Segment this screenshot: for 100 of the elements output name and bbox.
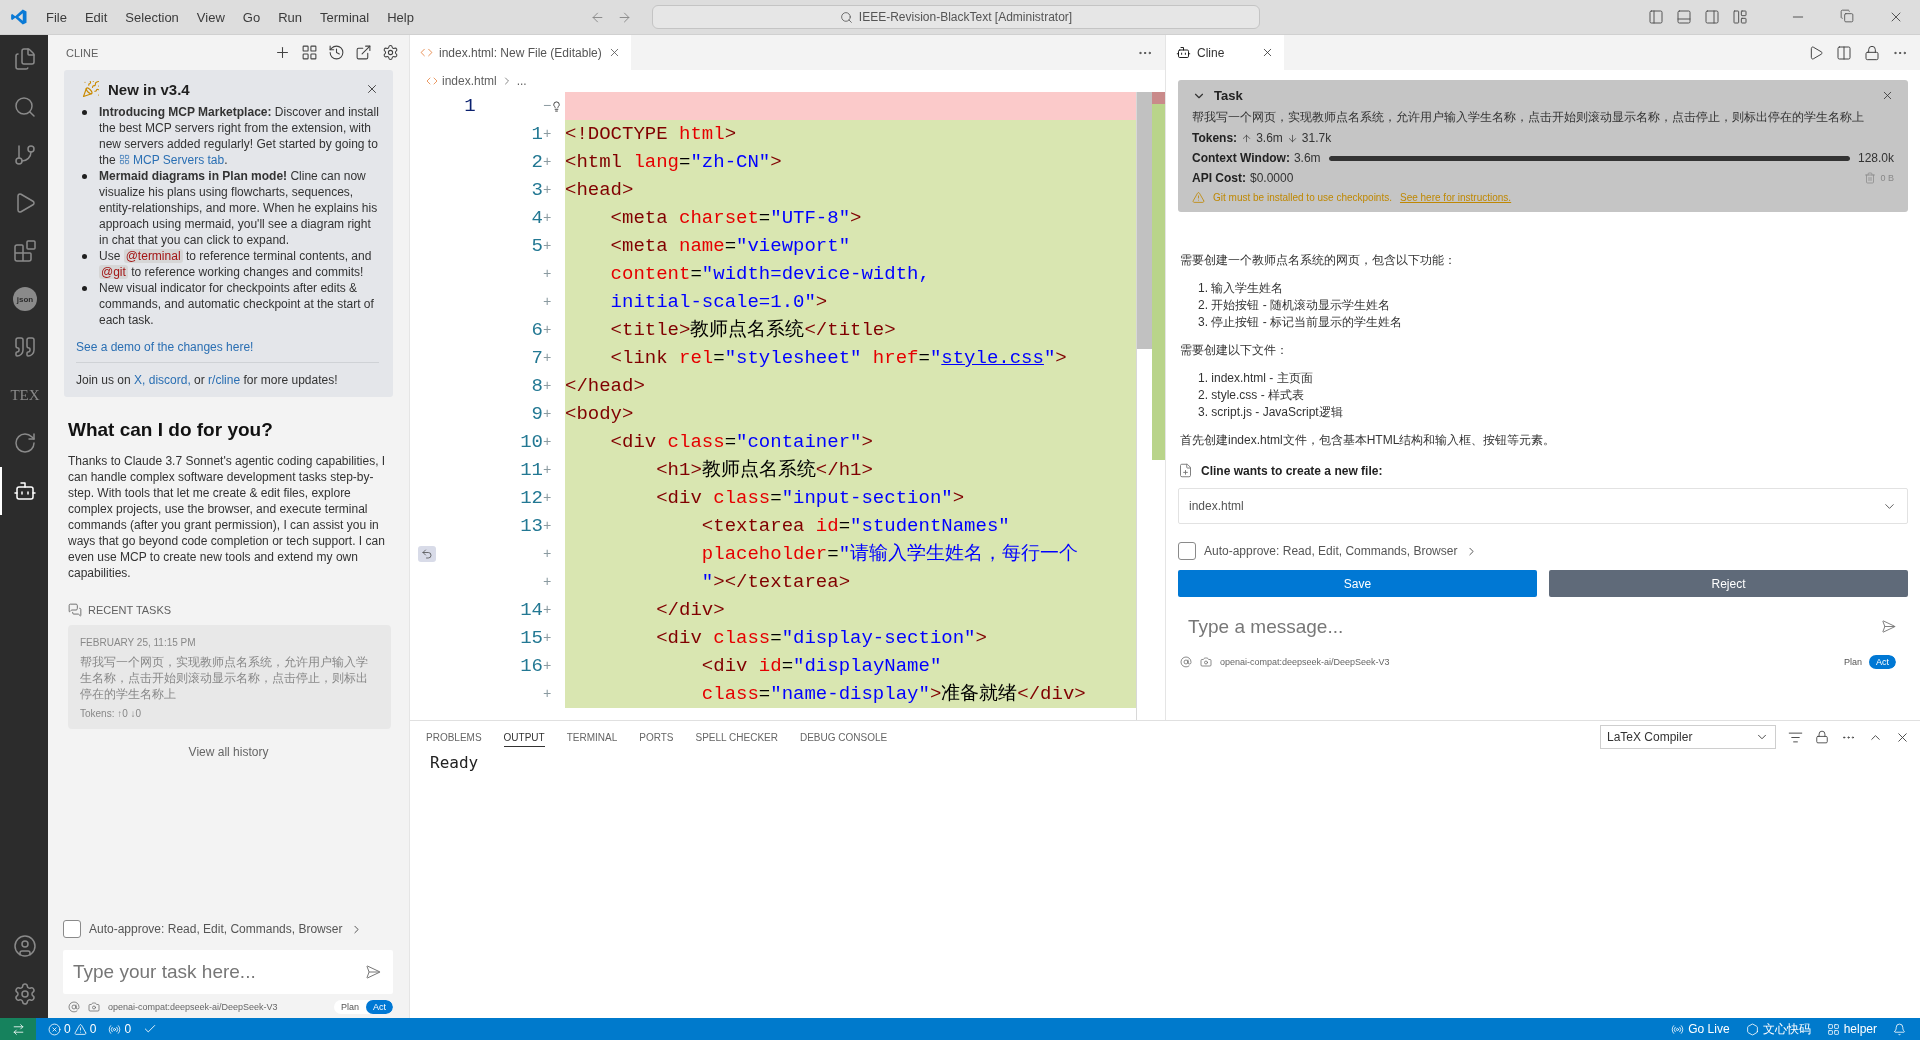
diff-marker: + [543, 602, 552, 618]
diff-marker: + [543, 462, 552, 478]
panel-tab[interactable]: TERMINAL [566, 727, 618, 747]
link[interactable]: discord, [145, 373, 191, 387]
diff-marker: + [543, 574, 552, 590]
output-text: Ready [430, 753, 480, 772]
sidebar-title: CLINE [66, 46, 99, 59]
error-count[interactable]: 0 [64, 1022, 71, 1036]
panel-tab[interactable]: PORTS [639, 727, 674, 747]
stat-value: 3.6m [1293, 151, 1321, 165]
editor-tab[interactable]: index.html: New File (Editable) [410, 35, 631, 70]
ports-count[interactable]: 0 [124, 1022, 132, 1036]
menu-item[interactable]: File [38, 9, 75, 25]
diff-marker: + [543, 238, 552, 254]
stat-label: Tokens: [1192, 131, 1238, 145]
stat-value: $0.0000 [1250, 171, 1295, 185]
menu-item[interactable]: Selection [117, 9, 187, 25]
panel-tab[interactable]: Cline [1166, 35, 1284, 70]
line-number: 4 [531, 207, 543, 229]
mode-button[interactable]: Plan [333, 1000, 366, 1014]
diff-marker: + [543, 126, 552, 142]
list-item: 2. style.css - 样式表 [1198, 388, 1305, 403]
code-link[interactable]: style.css [941, 347, 1044, 369]
menu-item[interactable]: Run [270, 9, 310, 25]
task-text: 帮我写一个网页，实现教师点名系统，允许用户输入学生名称，点击开始则滚动显示名称，点击停止，则标出停在的学生名称上 [80, 654, 369, 702]
task-date: FEBRUARY 25, 11:15 PM [80, 637, 197, 648]
section-title: RECENT TASKS [88, 604, 172, 616]
view-history-link[interactable]: View all history [188, 745, 269, 759]
line-number: 3 [531, 179, 543, 201]
line-number: 12 [520, 487, 543, 509]
activity-bar-button[interactable]: TEX [0, 371, 48, 419]
diff-marker: + [543, 406, 552, 422]
panel-tab[interactable]: OUTPUT [503, 727, 545, 747]
join-text: Join us on X, discord, or r/cline for more updates! [76, 373, 339, 387]
menu-item[interactable]: Edit [76, 9, 116, 25]
menu-item[interactable]: Go [234, 9, 269, 25]
stat-value: 3.6m [1256, 131, 1283, 145]
diff-marker: + [543, 630, 552, 646]
panel-tab[interactable]: PROBLEMS [426, 727, 482, 747]
task-tokens: Tokens: ↑0 ↓0 [80, 708, 143, 719]
diff-marker: + [543, 182, 552, 198]
stat-value: 128.0k [1857, 151, 1894, 165]
auto-approve-label: Auto-approve: Read, Edit, Commands, Browser [89, 922, 343, 936]
mode-button[interactable]: Act [1869, 655, 1896, 669]
news-item-text: Mermaid diagrams in Plan mode! Cline can now visualize his plans using flowcharts, sequences, entity-relationships, and more. When he explains his approach using mermaid, you'll see a diagram right in chat that you can click to expand. [99, 168, 379, 248]
stat-value: 31.7k [1301, 131, 1332, 145]
warning-count[interactable]: 0 [89, 1022, 97, 1036]
news-title: New in v3.4 [108, 80, 191, 98]
menu-item[interactable]: Terminal [312, 9, 378, 25]
stat-label: Context Window: [1192, 151, 1290, 165]
line-number: 9 [531, 403, 543, 425]
demo-link[interactable]: See a demo of the changes here! [76, 340, 379, 354]
line-number: 8 [531, 375, 543, 397]
welcome-text: Thanks to Claude 3.7 Sonnet's agentic coding capabilities, I can handle complex software development tasks step-by-step. With tools that let me create & edit files, explore complex projects, use the browser, and execute terminal commands (after you grant permission), I can assist you in ways that go beyond code completion or tech support. I can even use MCP to create new tools and extend my own capabilities. [68, 453, 387, 581]
activity-bar-button[interactable]: json [0, 275, 48, 323]
diff-marker: + [543, 490, 552, 506]
diff-marker: + [543, 266, 552, 282]
menu-item[interactable]: Help [379, 9, 422, 25]
message-text: 需要创建以下文件： [1180, 342, 1289, 359]
breadcrumb-item[interactable]: ... [516, 74, 527, 88]
mode-button[interactable]: Act [366, 1000, 393, 1014]
model-name[interactable]: openai-compat:deepseek-ai/DeepSeek-V3 [1220, 657, 1829, 667]
model-name[interactable]: openai-compat:deepseek-ai/DeepSeek-V3 [108, 1002, 326, 1012]
line-number: 5 [531, 235, 543, 257]
diff-marker: + [543, 378, 552, 394]
helper-button[interactable]: helper [1826, 1022, 1877, 1036]
diff-marker: + [543, 686, 552, 702]
line-number: 10 [520, 431, 543, 453]
diff-marker: + [543, 434, 552, 450]
diff-marker: + [543, 546, 552, 562]
assistant-button[interactable]: 文心快码 [1745, 1020, 1811, 1038]
diff-marker: − [543, 98, 552, 114]
message-text: 首先创建index.html文件，包含基本HTML结构和输入框、按钮等元素。 [1180, 432, 1557, 449]
warning-text: Git must be installed to use checkpoints. [1213, 192, 1392, 203]
command-search-field[interactable]: IEEE-Revision-BlackText [Administrator] [652, 5, 1260, 29]
file-dropdown[interactable]: index.html [1178, 488, 1908, 524]
link[interactable]: r/cline [208, 373, 241, 387]
diff-marker: + [543, 210, 552, 226]
diff-marker: + [543, 518, 552, 534]
tool-title: Cline wants to create a new file: [1201, 463, 1383, 478]
panel-tab[interactable]: DEBUG CONSOLE [799, 727, 888, 747]
menu-item[interactable]: View [188, 9, 233, 25]
reject-button[interactable]: Reject [1549, 570, 1908, 597]
line-number: 6 [531, 319, 543, 341]
panel-tab[interactable]: SPELL CHECKER [695, 727, 778, 747]
task-input-field[interactable]: Type your task here... [63, 950, 393, 994]
save-button[interactable]: Save [1178, 570, 1537, 597]
output-channel-select[interactable]: LaTeX Compiler [1600, 725, 1776, 749]
news-item-text: New visual indicator for checkpoints after edits & commands, and automatic checkpoint at the start of each task. [99, 280, 375, 328]
list-item: 2. 开始按钮 - 随机滚动显示学生姓名 [1198, 298, 1391, 313]
line-number: 16 [520, 655, 543, 677]
go-live-button[interactable]: Go Live [1671, 1022, 1730, 1036]
line-number: 15 [520, 627, 543, 649]
mention-tag: @git [99, 265, 128, 279]
line-number: 7 [531, 347, 543, 369]
breadcrumb-item[interactable]: index.html [442, 74, 497, 88]
task-title: Task [1214, 88, 1244, 103]
link[interactable]: X, [134, 373, 146, 387]
line-number: 14 [520, 599, 543, 621]
mode-button[interactable]: Plan [1836, 655, 1869, 669]
